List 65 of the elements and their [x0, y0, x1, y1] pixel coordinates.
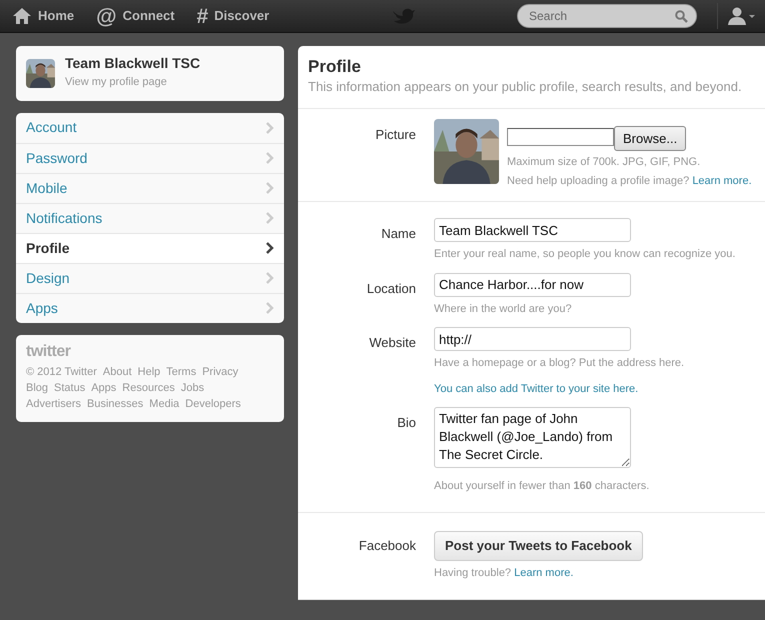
bird-icon	[392, 7, 416, 25]
chevron-icon	[266, 212, 274, 224]
footer-link[interactable]: Apps	[91, 380, 116, 396]
nav-link[interactable]: @ Connect	[96, 6, 175, 26]
text-field[interactable]: http://	[434, 327, 631, 352]
help-text: Where in the world are you?	[434, 302, 573, 317]
help-text: About yourself in fewer than 160 characters.	[434, 478, 650, 494]
field-label: Facebook	[358, 537, 416, 556]
chevron-icon	[266, 122, 274, 134]
field-label: Name	[380, 225, 416, 244]
field-label: Picture	[374, 126, 416, 144]
menu-item[interactable]: Password	[16, 142, 284, 173]
learn-more-link[interactable]: Learn more.	[514, 566, 574, 579]
bio-field[interactable]: Twitter fan page of John Blackwell (@Joe_Lando) from The Secret Circle.	[434, 407, 631, 468]
user-menu-icon[interactable]	[728, 7, 755, 25]
footer-link[interactable]: Blog	[26, 380, 48, 396]
footer-link[interactable]: Media	[149, 396, 180, 412]
site-link[interactable]: You can also add Twitter to your site here.	[434, 380, 638, 398]
field-label: Location	[366, 280, 416, 298]
nav-link[interactable]: # Discover	[196, 6, 270, 26]
profile-link[interactable]: View my profile page	[65, 76, 167, 88]
text-field[interactable]: Team Blackwell TSC	[434, 218, 631, 242]
chevron-icon	[266, 272, 274, 284]
footer-link[interactable]: Jobs	[180, 380, 204, 396]
facebook-button[interactable]: Post your Tweets to Facebook	[434, 531, 643, 561]
footer-link[interactable]: Developers	[185, 396, 241, 412]
page-subtitle: This information appears on your public profile, search results, and beyond.	[308, 78, 743, 96]
home-icon	[12, 7, 32, 25]
twitter-logo: twitter	[26, 342, 72, 360]
menu-item[interactable]: Design	[16, 262, 284, 293]
menu-item[interactable]: Account	[16, 112, 284, 143]
footer-link[interactable]: Privacy	[202, 364, 238, 380]
help-text: Need help uploading a profile image? Learn more.	[507, 174, 752, 189]
help-text: Have a homepage or a blog? Put the address here.	[434, 356, 684, 372]
footer-link[interactable]: Resources	[122, 380, 175, 396]
search-icon[interactable]	[675, 10, 688, 23]
footer-link[interactable]: Advertisers	[26, 396, 82, 412]
menu-item[interactable]: Apps	[16, 292, 284, 323]
help-text: Maximum size of 700k. JPG, GIF, PNG.	[507, 155, 702, 170]
text-field[interactable]: Chance Harbor....for now	[434, 272, 631, 297]
chevron-icon	[266, 302, 274, 314]
nav-icon: #	[196, 6, 208, 26]
footer-link[interactable]: © 2012 Twitter	[26, 364, 97, 380]
profile-name: Team Blackwell TSC	[65, 56, 200, 72]
search-field[interactable]: Search	[517, 4, 697, 28]
page-title: Profile	[308, 57, 362, 78]
footer-link[interactable]: About	[102, 364, 132, 380]
footer-link[interactable]: Terms	[166, 364, 196, 380]
menu-item[interactable]: Mobile	[16, 172, 284, 203]
file-field[interactable]	[507, 128, 614, 146]
menu-item[interactable]: Profile	[16, 232, 284, 263]
learn-more-link[interactable]: Learn more.	[692, 174, 752, 187]
chevron-icon	[266, 242, 274, 254]
nav-icon: @	[96, 6, 117, 26]
field-label: Bio	[396, 414, 416, 432]
help-text: Having trouble? Learn more.	[434, 566, 574, 581]
field-label: Website	[368, 334, 416, 352]
browse-button[interactable]: Browse...	[614, 126, 686, 152]
nav-link[interactable]: Home	[12, 6, 74, 26]
chevron-icon	[266, 152, 274, 164]
footer-link[interactable]: Businesses	[87, 396, 144, 412]
footer-link[interactable]: Help	[138, 364, 160, 380]
help-text: Enter your real name, so people you know can recognize you.	[434, 247, 736, 262]
chevron-icon	[266, 182, 274, 194]
footer-link[interactable]: Status	[54, 380, 86, 396]
